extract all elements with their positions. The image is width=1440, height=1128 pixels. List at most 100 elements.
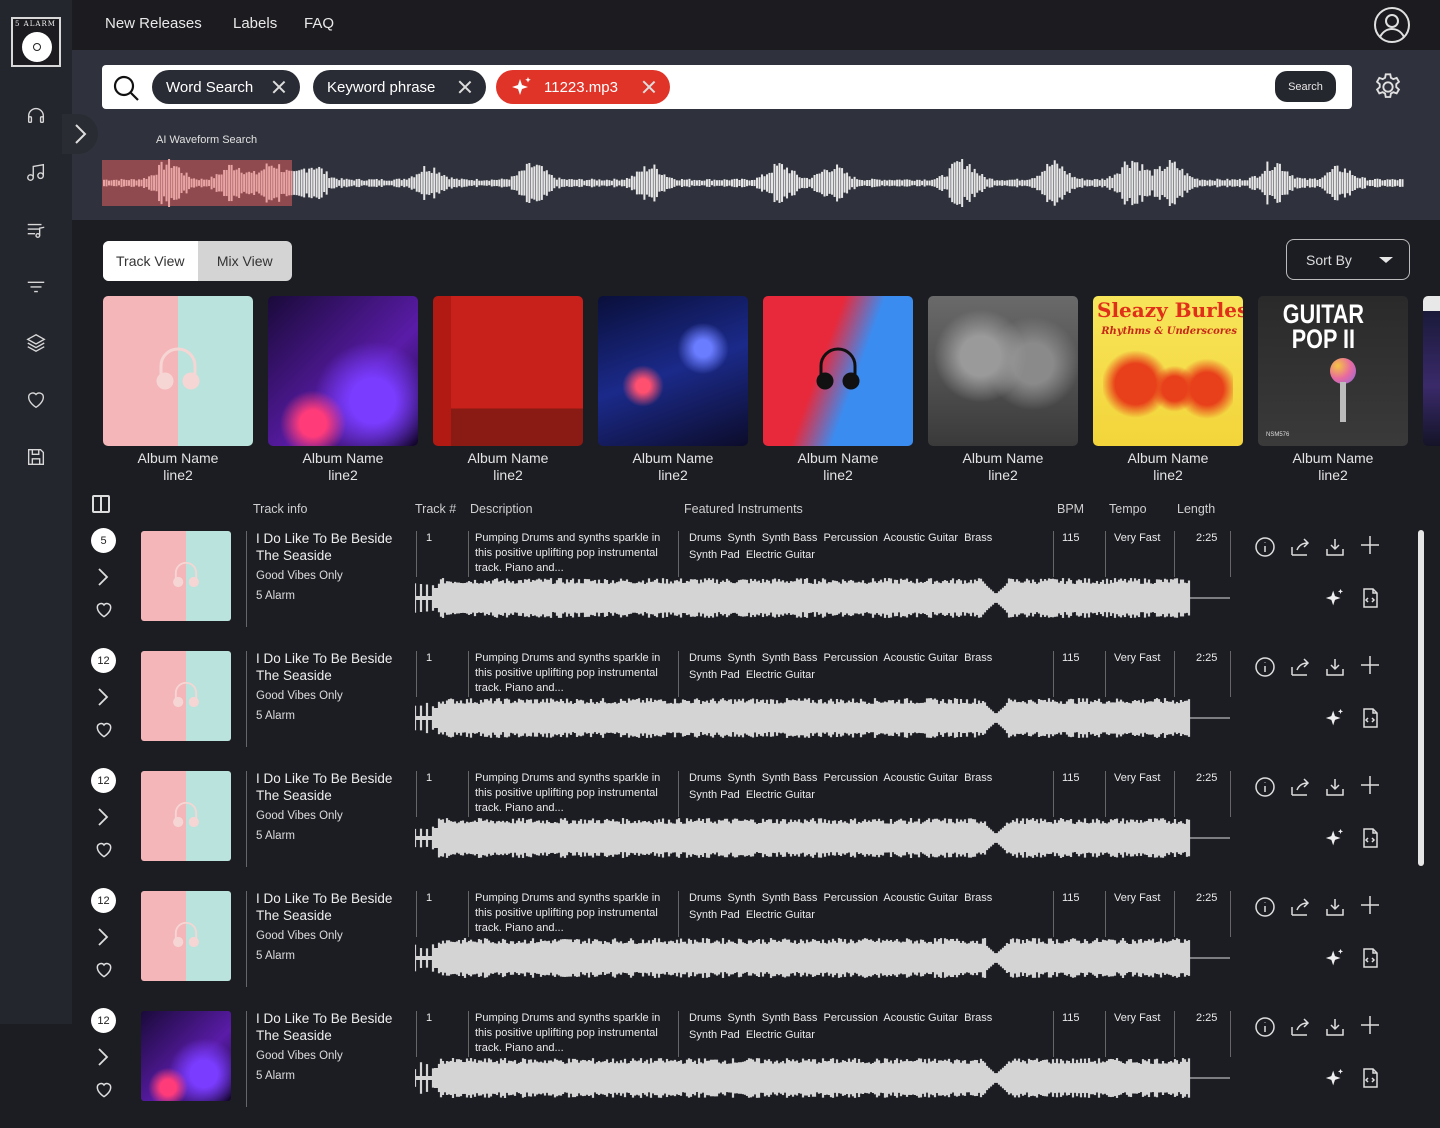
track-label[interactable]: 5 Alarm bbox=[256, 830, 295, 842]
download-icon[interactable] bbox=[1324, 536, 1346, 558]
track-album[interactable]: Good Vibes Only bbox=[256, 570, 343, 582]
gear-icon[interactable] bbox=[1372, 71, 1404, 103]
filter-icon[interactable] bbox=[24, 274, 48, 298]
track-album[interactable]: Good Vibes Only bbox=[256, 690, 343, 702]
close-icon[interactable] bbox=[458, 80, 472, 94]
album-card[interactable]: GUITAR POP II NSM576 Album Name line2 bbox=[1258, 296, 1408, 484]
info-icon[interactable] bbox=[1254, 536, 1276, 558]
header-description[interactable]: Description bbox=[470, 502, 533, 516]
embed-code-icon[interactable] bbox=[1359, 827, 1381, 849]
ai-sparkle-icon[interactable] bbox=[1324, 1067, 1346, 1089]
search-chip-keyword-phrase[interactable]: Keyword phrase bbox=[313, 70, 486, 104]
track-album[interactable]: Good Vibes Only bbox=[256, 810, 343, 822]
info-icon[interactable] bbox=[1254, 776, 1276, 798]
track-label[interactable]: 5 Alarm bbox=[256, 710, 295, 722]
expand-chevron-icon[interactable] bbox=[96, 926, 110, 948]
album-card[interactable]: Sleazy Burlesque Rhythms & Underscores A… bbox=[1093, 296, 1243, 484]
ai-sparkle-icon[interactable] bbox=[1324, 707, 1346, 729]
track-title[interactable]: I Do Like To Be Beside The Seaside bbox=[256, 770, 406, 804]
track-album[interactable]: Good Vibes Only bbox=[256, 930, 343, 942]
track-label[interactable]: 5 Alarm bbox=[256, 1070, 295, 1082]
favorite-heart-icon[interactable] bbox=[94, 960, 114, 980]
logo[interactable]: 5 ALARM bbox=[11, 17, 61, 67]
download-icon[interactable] bbox=[1324, 776, 1346, 798]
share-icon[interactable] bbox=[1289, 656, 1311, 678]
nav-faq[interactable]: FAQ bbox=[304, 15, 334, 32]
add-icon[interactable] bbox=[1359, 894, 1381, 916]
nav-labels[interactable]: Labels bbox=[233, 15, 277, 32]
album-card[interactable]: Album Name line2 bbox=[433, 296, 583, 484]
favorite-heart-icon[interactable] bbox=[94, 600, 114, 620]
ai-sparkle-icon[interactable] bbox=[1324, 947, 1346, 969]
add-icon[interactable] bbox=[1359, 654, 1381, 676]
download-icon[interactable] bbox=[1324, 656, 1346, 678]
track-thumbnail[interactable] bbox=[141, 531, 231, 621]
track-waveform[interactable] bbox=[415, 1058, 1230, 1098]
heart-icon[interactable] bbox=[24, 388, 48, 412]
track-waveform[interactable] bbox=[415, 578, 1230, 618]
embed-code-icon[interactable] bbox=[1359, 587, 1381, 609]
favorite-heart-icon[interactable] bbox=[94, 1080, 114, 1100]
share-icon[interactable] bbox=[1289, 776, 1311, 798]
track-waveform[interactable] bbox=[415, 938, 1230, 978]
headphones-icon[interactable] bbox=[24, 103, 48, 127]
add-icon[interactable] bbox=[1359, 774, 1381, 796]
track-row[interactable]: 12 I Do Like To Be Beside The Seaside Go… bbox=[72, 888, 1418, 1008]
track-waveform[interactable] bbox=[415, 818, 1230, 858]
share-icon[interactable] bbox=[1289, 536, 1311, 558]
search-chip-audio-file[interactable]: 11223.mp3 bbox=[496, 70, 670, 104]
track-thumbnail[interactable] bbox=[141, 891, 231, 981]
header-length[interactable]: Length bbox=[1177, 502, 1215, 516]
album-card-partial[interactable] bbox=[1423, 296, 1440, 446]
track-row[interactable]: 12 I Do Like To Be Beside The Seaside Go… bbox=[72, 1008, 1418, 1128]
save-icon[interactable] bbox=[24, 445, 48, 469]
music-note-icon[interactable] bbox=[24, 160, 48, 184]
track-row[interactable]: 5 I Do Like To Be Beside The Seaside Goo… bbox=[72, 528, 1418, 648]
track-title[interactable]: I Do Like To Be Beside The Seaside bbox=[256, 530, 406, 564]
expand-chevron-icon[interactable] bbox=[96, 806, 110, 828]
header-track-number[interactable]: Track # bbox=[415, 502, 456, 516]
track-row[interactable]: 12 I Do Like To Be Beside The Seaside Go… bbox=[72, 648, 1418, 768]
album-card[interactable]: Album Name line2 bbox=[763, 296, 913, 484]
scrollbar[interactable] bbox=[1418, 530, 1424, 866]
search-button[interactable]: Search bbox=[1275, 71, 1336, 102]
embed-code-icon[interactable] bbox=[1359, 707, 1381, 729]
expand-chevron-icon[interactable] bbox=[96, 1046, 110, 1068]
track-label[interactable]: 5 Alarm bbox=[256, 590, 295, 602]
info-icon[interactable] bbox=[1254, 1016, 1276, 1038]
track-title[interactable]: I Do Like To Be Beside The Seaside bbox=[256, 890, 406, 924]
favorite-heart-icon[interactable] bbox=[94, 840, 114, 860]
header-bpm[interactable]: BPM bbox=[1057, 502, 1084, 516]
album-card[interactable]: Album Name line2 bbox=[103, 296, 253, 484]
track-title[interactable]: I Do Like To Be Beside The Seaside bbox=[256, 1010, 406, 1044]
download-icon[interactable] bbox=[1324, 896, 1346, 918]
add-icon[interactable] bbox=[1359, 1014, 1381, 1036]
sort-by-dropdown[interactable]: Sort By bbox=[1286, 239, 1410, 280]
header-tempo[interactable]: Tempo bbox=[1109, 502, 1147, 516]
profile-icon[interactable] bbox=[1372, 5, 1412, 45]
expand-chevron-icon[interactable] bbox=[96, 686, 110, 708]
search-chip-word-search[interactable]: Word Search bbox=[152, 70, 300, 104]
close-icon[interactable] bbox=[272, 80, 286, 94]
track-thumbnail[interactable] bbox=[141, 1011, 231, 1101]
embed-code-icon[interactable] bbox=[1359, 1067, 1381, 1089]
share-icon[interactable] bbox=[1289, 1016, 1311, 1038]
tab-mix-view[interactable]: Mix View bbox=[198, 241, 293, 281]
columns-icon[interactable] bbox=[92, 495, 110, 513]
favorite-heart-icon[interactable] bbox=[94, 720, 114, 740]
add-icon[interactable] bbox=[1359, 534, 1381, 556]
search-bar[interactable]: Word Search Keyword phrase 11223.mp3 Sea… bbox=[102, 65, 1352, 109]
share-icon[interactable] bbox=[1289, 896, 1311, 918]
nav-new-releases[interactable]: New Releases bbox=[105, 15, 202, 32]
track-label[interactable]: 5 Alarm bbox=[256, 950, 295, 962]
track-thumbnail[interactable] bbox=[141, 651, 231, 741]
info-icon[interactable] bbox=[1254, 656, 1276, 678]
header-featured-instruments[interactable]: Featured Instruments bbox=[684, 502, 803, 516]
track-waveform[interactable] bbox=[415, 698, 1230, 738]
track-thumbnail[interactable] bbox=[141, 771, 231, 861]
album-card[interactable]: Album Name line2 bbox=[268, 296, 418, 484]
embed-code-icon[interactable] bbox=[1359, 947, 1381, 969]
ai-sparkle-icon[interactable] bbox=[1324, 587, 1346, 609]
download-icon[interactable] bbox=[1324, 1016, 1346, 1038]
track-title[interactable]: I Do Like To Be Beside The Seaside bbox=[256, 650, 406, 684]
